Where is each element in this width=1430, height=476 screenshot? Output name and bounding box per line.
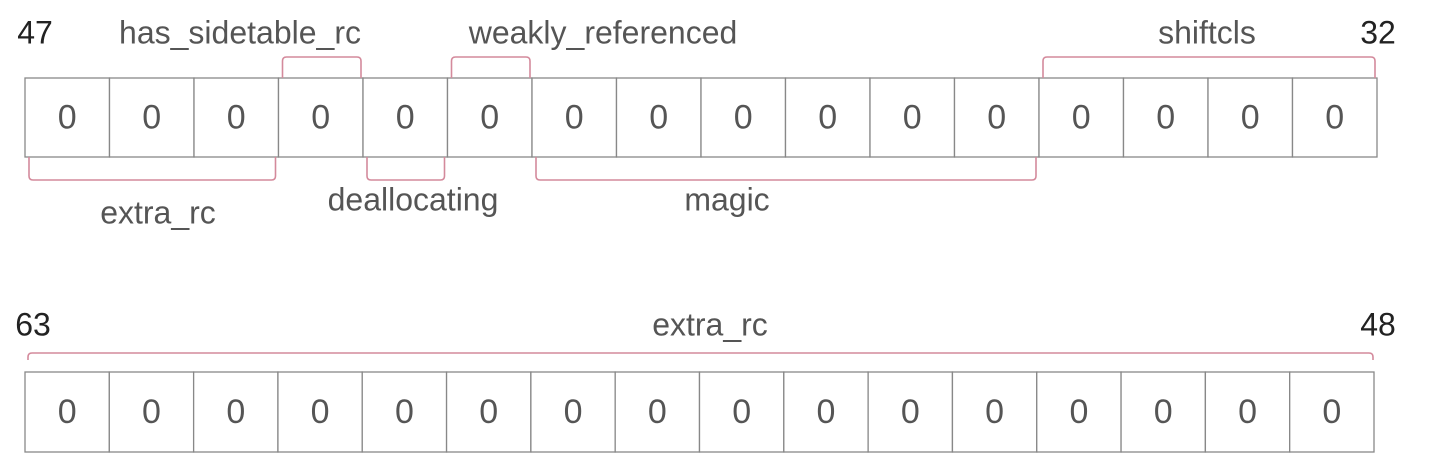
bottom-row-high-bit: 63	[15, 306, 51, 343]
bracket-magic	[535, 157, 1037, 181]
field-label-weakly-referenced: weakly_referenced	[468, 14, 738, 51]
bracket-shiftcls	[1042, 56, 1376, 78]
field-label-magic: magic	[684, 181, 770, 218]
field-label-has-sidetable-rc: has_sidetable_rc	[119, 14, 361, 51]
bracket-weakly-referenced	[450, 56, 531, 78]
top-row-bit-value: 0	[1072, 99, 1091, 137]
top-row-bit-value: 0	[1241, 99, 1260, 137]
top-row-high-bit: 47	[17, 14, 53, 51]
bottom-row-bit-value: 0	[1238, 393, 1257, 431]
bracket-has-sidetable-rc	[281, 56, 362, 78]
bottom-row-bit-value: 0	[58, 393, 77, 431]
bracket-deallocating	[366, 157, 446, 181]
bottom-row-bit-value: 0	[142, 393, 161, 431]
bottom-row-bit-value: 0	[564, 393, 583, 431]
bottom-row-bit-value: 0	[732, 393, 751, 431]
field-label-shiftcls: shiftcls	[1158, 14, 1256, 51]
top-row-bit-value: 0	[818, 99, 837, 137]
top-row-bit-value: 0	[311, 99, 330, 137]
top-row-bit-value: 0	[565, 99, 584, 137]
field-label-extra-rc-high: extra_rc	[652, 306, 768, 343]
bottom-row-bit-value: 0	[1069, 393, 1088, 431]
bottom-row-bit-value: 0	[901, 393, 920, 431]
bit-layout-diagram: 0 0 0 0 0 0 0 0 0 0 0 0 0 0 0 0 0 0 0 0 0 0 0 0 0 0 0 0 0 0 0 0	[24, 56, 1378, 453]
top-row-bit-value: 0	[987, 99, 1006, 137]
top-row-bit-value: 0	[649, 99, 668, 137]
bottom-row-bit-value: 0	[648, 393, 667, 431]
top-row-bit-value: 0	[227, 99, 246, 137]
top-row-bit-value: 0	[734, 99, 753, 137]
bottom-row-bit-value: 0	[1322, 393, 1341, 431]
bottom-row-bit-value: 0	[226, 393, 245, 431]
top-row-bit-value: 0	[58, 99, 77, 137]
bottom-row-bit-value: 0	[817, 393, 836, 431]
field-label-extra-rc-low: extra_rc	[100, 194, 216, 231]
bracket-extra-rc-high	[27, 352, 1374, 360]
top-row-bit-value: 0	[396, 99, 415, 137]
bracket-extra-rc	[28, 157, 277, 181]
bottom-row-low-bit: 48	[1360, 306, 1396, 343]
top-row-bit-value: 0	[1156, 99, 1175, 137]
bottom-row-bit-value: 0	[479, 393, 498, 431]
top-row-bit-value: 0	[480, 99, 499, 137]
bottom-row-bit-value: 0	[395, 393, 414, 431]
field-label-deallocating: deallocating	[327, 181, 499, 218]
top-row-bit-value: 0	[1325, 99, 1344, 137]
bottom-row-bit-value: 0	[985, 393, 1004, 431]
top-row-bit-value: 0	[142, 99, 161, 137]
top-row-bit-value: 0	[903, 99, 922, 137]
bottom-row-bit-value: 0	[1154, 393, 1173, 431]
bottom-row-bit-value: 0	[311, 393, 330, 431]
top-row-low-bit: 32	[1360, 14, 1396, 51]
